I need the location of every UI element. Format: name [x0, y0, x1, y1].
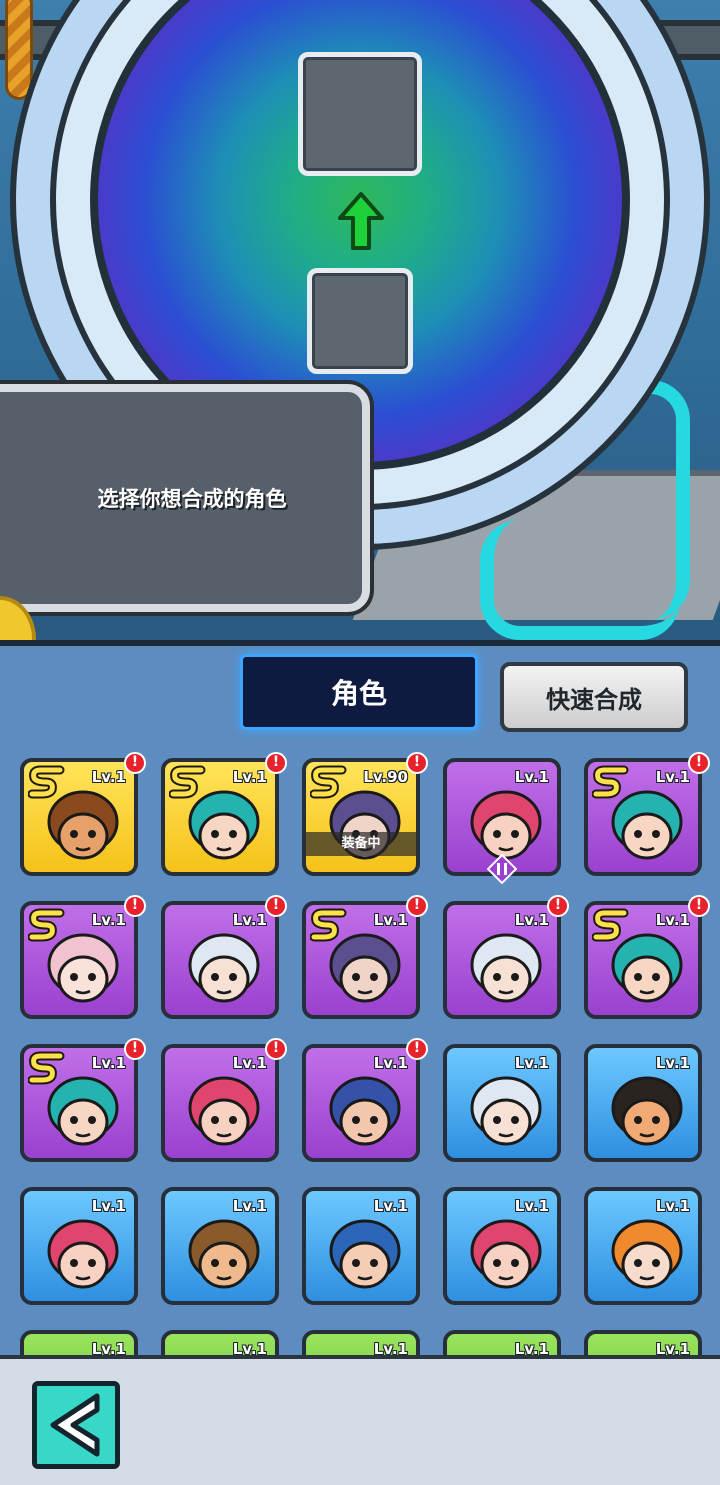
- hero-level: Lv.1: [373, 1340, 408, 1355]
- hero-level: Lv.1: [655, 1340, 690, 1355]
- exclamation-icon: !: [406, 752, 428, 774]
- blue-hair-man-portrait-icon: [329, 1076, 401, 1146]
- tab-roles[interactable]: 角色: [240, 654, 478, 730]
- back-button[interactable]: [32, 1381, 120, 1469]
- hero-card-teal-hair-girl[interactable]: Lv.1: [584, 758, 702, 876]
- hero-level: Lv.1: [91, 1054, 126, 1072]
- equipped-label: 装备中: [306, 832, 416, 856]
- hero-level: Lv.1: [373, 911, 408, 929]
- hero-level: Lv.1: [232, 911, 267, 929]
- hero-level: Lv.1: [91, 768, 126, 786]
- s-rank-icon: [310, 908, 347, 942]
- exclamation-icon: !: [124, 895, 146, 917]
- exclamation-icon: !: [124, 1038, 146, 1060]
- hero-level: Lv.1: [514, 911, 549, 929]
- exclamation-icon: !: [406, 895, 428, 917]
- hero-level: Lv.1: [91, 911, 126, 929]
- prompt-panel: 选择你想合成的角色: [0, 384, 370, 612]
- exclamation-icon: !: [688, 752, 710, 774]
- s-rank-icon: [310, 765, 347, 799]
- hero-card-unknown[interactable]: Lv.1: [161, 1330, 279, 1355]
- hero-level: Lv.1: [514, 1197, 549, 1215]
- hero-card-unknown[interactable]: Lv.1: [20, 1330, 138, 1355]
- hero-card-orange-bun-girl[interactable]: Lv.1: [584, 1187, 702, 1305]
- pink-hair-girl-goggles-portrait-icon: [188, 1076, 260, 1146]
- hero-level: Lv.1: [373, 1054, 408, 1072]
- quick-merge-button[interactable]: 快速合成: [500, 662, 688, 732]
- quick-merge-label: 快速合成: [546, 685, 642, 714]
- hero-card-unknown[interactable]: Lv.1: [302, 1330, 420, 1355]
- hero-card-horned-warrior[interactable]: Lv.90 装备中: [302, 758, 420, 876]
- blue-hood-girl-portrait-icon: [329, 1219, 401, 1289]
- s-rank-icon: [169, 765, 206, 799]
- hero-level: Lv.1: [232, 1340, 267, 1355]
- footer-bar: [0, 1355, 720, 1485]
- cyan-tube: [480, 520, 680, 640]
- pause-icon: [487, 854, 517, 884]
- hero-card-mustache-man-monocle[interactable]: Lv.1: [584, 1044, 702, 1162]
- hero-level: Lv.1: [655, 768, 690, 786]
- hero-level: Lv.1: [514, 768, 549, 786]
- hero-level: Lv.1: [655, 1197, 690, 1215]
- hero-card-unknown[interactable]: Lv.1: [584, 1330, 702, 1355]
- exclamation-icon: !: [265, 752, 287, 774]
- mustache-man-monocle-portrait-icon: [611, 1076, 683, 1146]
- hero-level: Lv.1: [655, 1054, 690, 1072]
- hero-card-blue-hood-girl[interactable]: Lv.1: [302, 1187, 420, 1305]
- hero-card-silver-hair-headset[interactable]: Lv.1: [443, 901, 561, 1019]
- hero-card-teal-hair-girl[interactable]: Lv.1: [161, 758, 279, 876]
- exclamation-icon: !: [265, 1038, 287, 1060]
- hero-card-unknown[interactable]: Lv.1: [443, 1330, 561, 1355]
- orange-bun-girl-portrait-icon: [611, 1219, 683, 1289]
- exclamation-icon: !: [547, 895, 569, 917]
- hero-level: Lv.1: [655, 911, 690, 929]
- s-rank-icon: [592, 908, 629, 942]
- hero-level: Lv.90: [363, 768, 408, 786]
- hero-card-blue-hair-man[interactable]: Lv.1: [302, 1044, 420, 1162]
- hero-card-pink-hair-girl-goggles[interactable]: Lv.1: [20, 1187, 138, 1305]
- hero-card-silver-hair-headset[interactable]: Lv.1: [443, 1044, 561, 1162]
- hero-level: Lv.1: [373, 1197, 408, 1215]
- hero-card-cowboy[interactable]: Lv.1: [161, 1187, 279, 1305]
- exclamation-icon: !: [688, 895, 710, 917]
- s-rank-icon: [28, 1051, 65, 1085]
- merge-screen: 选择你想合成的角色 角色 快速合成 Lv.1! Lv.1! Lv.90 装备中! Lv.…: [0, 0, 720, 1485]
- pink-hair-girl-goggles-portrait-icon: [470, 1219, 542, 1289]
- exclamation-icon: !: [406, 1038, 428, 1060]
- material-slot[interactable]: [307, 268, 413, 374]
- hero-card-teal-hair-girl[interactable]: Lv.1: [20, 1044, 138, 1162]
- hero-card-pink-hair-girl-goggles[interactable]: Lv.1: [161, 1044, 279, 1162]
- merge-machine-scene: 选择你想合成的角色: [0, 0, 720, 640]
- hero-level: Lv.1: [232, 768, 267, 786]
- prompt-text: 选择你想合成的角色: [97, 487, 287, 511]
- pink-hair-girl-goggles-portrait-icon: [47, 1219, 119, 1289]
- s-rank-icon: [28, 908, 65, 942]
- s-rank-icon: [592, 765, 629, 799]
- hero-card-monkey[interactable]: Lv.1: [20, 758, 138, 876]
- roster-panel: 角色 快速合成 Lv.1! Lv.1! Lv.90 装备中! Lv.1 Lv.1! Lv.1…: [0, 640, 720, 1355]
- exclamation-icon: !: [124, 752, 146, 774]
- silver-hair-headset-portrait-icon: [470, 1076, 542, 1146]
- silver-hair-headset-portrait-icon: [188, 933, 260, 1003]
- back-arrow-icon: [50, 1393, 100, 1457]
- hero-card-horned-warrior[interactable]: Lv.1: [302, 901, 420, 1019]
- s-rank-icon: [28, 765, 65, 799]
- up-arrow-icon: [338, 192, 384, 250]
- result-slot[interactable]: [298, 52, 422, 176]
- hero-level: Lv.1: [91, 1197, 126, 1215]
- hero-card-pink-hair-girl-goggles[interactable]: Lv.1: [443, 1187, 561, 1305]
- hero-level: Lv.1: [514, 1054, 549, 1072]
- hero-level: Lv.1: [91, 1340, 126, 1355]
- cowboy-portrait-icon: [188, 1219, 260, 1289]
- silver-hair-headset-portrait-icon: [470, 933, 542, 1003]
- hero-level: Lv.1: [232, 1197, 267, 1215]
- exclamation-icon: !: [265, 895, 287, 917]
- hero-level: Lv.1: [232, 1054, 267, 1072]
- hero-card-pink-white-hair-girl[interactable]: Lv.1: [20, 901, 138, 1019]
- hero-card-teal-hair-girl[interactable]: Lv.1: [584, 901, 702, 1019]
- hero-level: Lv.1: [514, 1340, 549, 1355]
- tab-roles-label: 角色: [330, 677, 387, 710]
- hero-card-silver-hair-headset[interactable]: Lv.1: [161, 901, 279, 1019]
